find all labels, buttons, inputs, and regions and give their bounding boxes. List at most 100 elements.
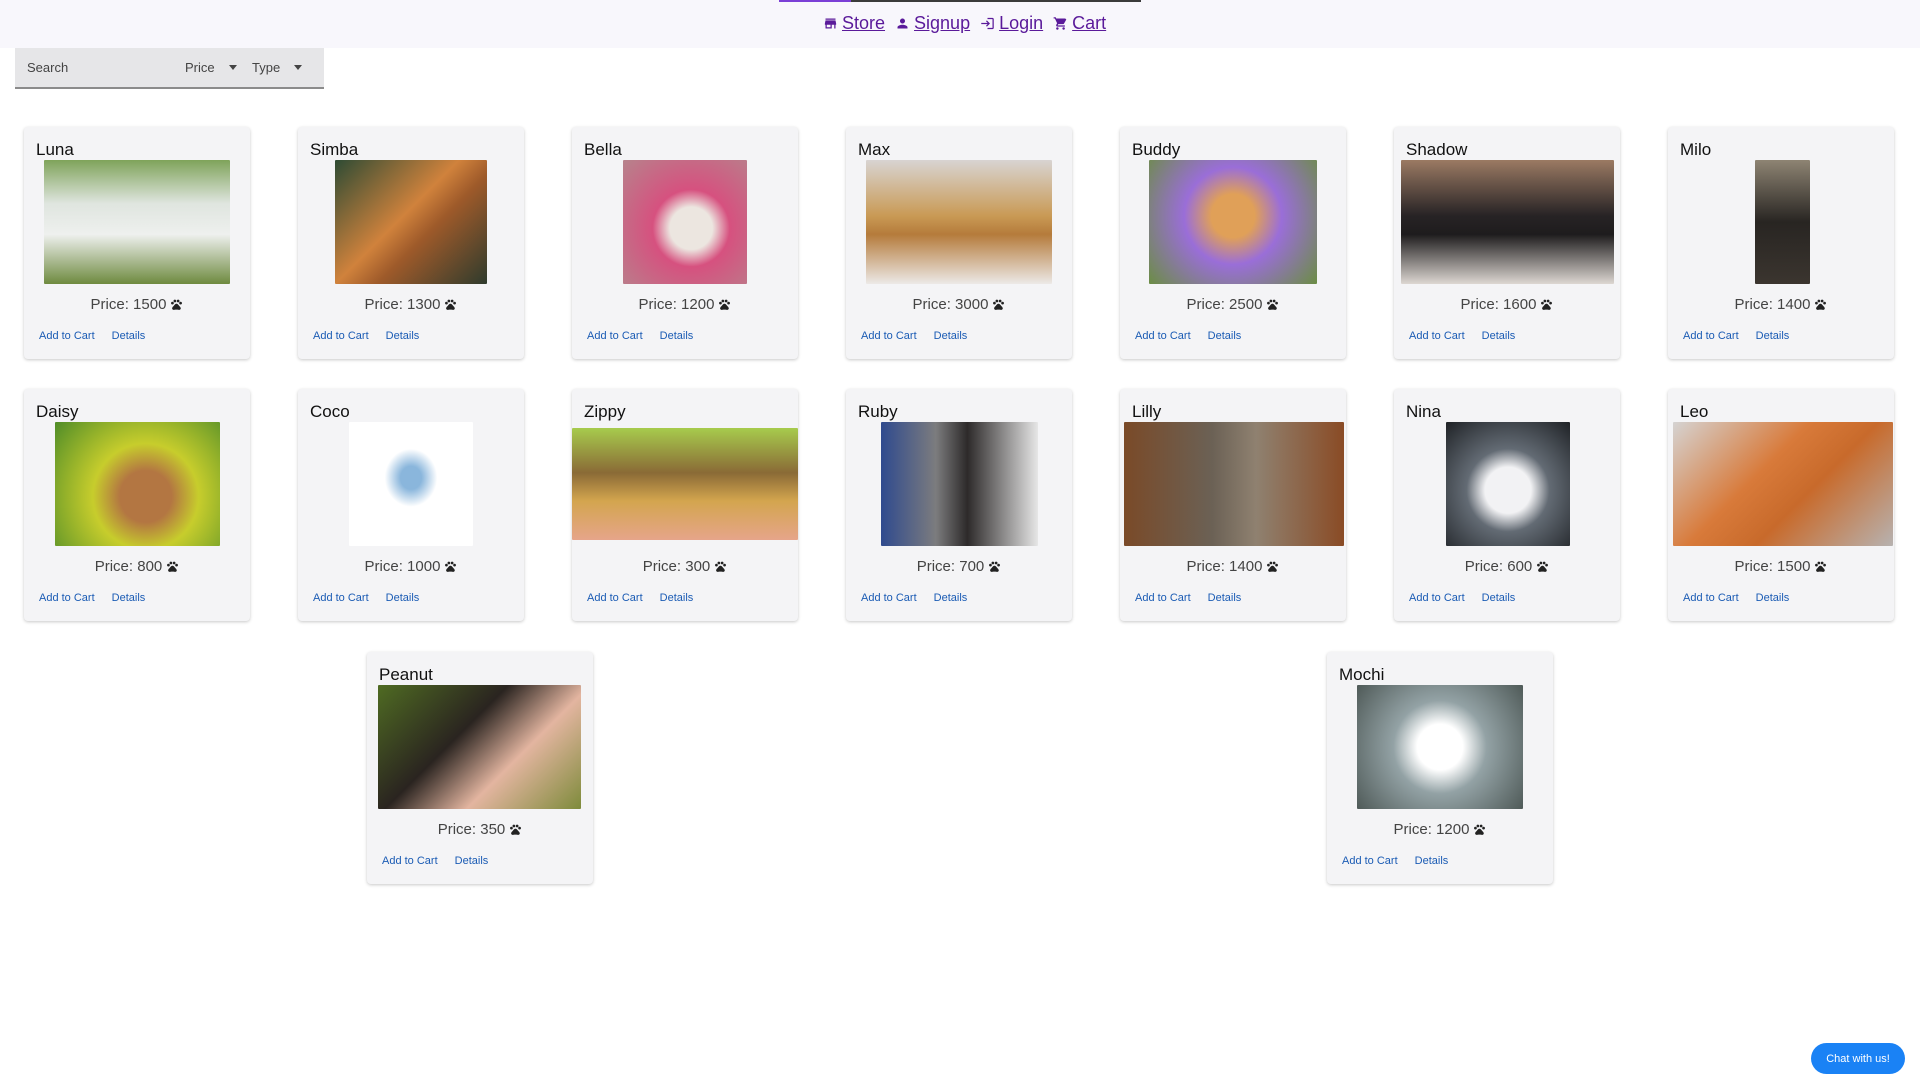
pet-name: Ruby bbox=[858, 402, 898, 421]
details-link[interactable]: Details bbox=[1756, 592, 1790, 604]
card-actions: Add to Cart Details bbox=[313, 592, 419, 604]
paw-icon bbox=[719, 299, 731, 310]
paw-icon bbox=[445, 299, 457, 310]
add-to-cart-link[interactable]: Add to Cart bbox=[1683, 330, 1739, 342]
details-link[interactable]: Details bbox=[934, 592, 968, 604]
add-to-cart-link[interactable]: Add to Cart bbox=[313, 592, 369, 604]
pet-photo bbox=[866, 160, 1052, 284]
add-to-cart-link[interactable]: Add to Cart bbox=[587, 592, 643, 604]
pet-photo bbox=[572, 428, 798, 540]
paw-icon bbox=[1267, 561, 1279, 572]
pet-photo bbox=[1446, 422, 1570, 546]
add-to-cart-link[interactable]: Add to Cart bbox=[382, 855, 438, 867]
details-link[interactable]: Details bbox=[660, 592, 694, 604]
top-navigation: Store Signup Login Cart bbox=[0, 0, 1920, 48]
pet-price: Price: 1400 bbox=[1668, 296, 1894, 313]
pet-name: Nina bbox=[1406, 402, 1441, 421]
price-select-label: Price bbox=[185, 60, 215, 75]
pet-photo bbox=[1401, 160, 1614, 284]
pet-card: Mochi Price: 1200 Add to Cart Details bbox=[1327, 652, 1553, 884]
nav-store-label: Store bbox=[842, 13, 886, 33]
nav-cart-label: Cart bbox=[1072, 13, 1107, 33]
pet-name: Shadow bbox=[1406, 140, 1468, 159]
pet-price: Price: 2500 bbox=[1120, 296, 1346, 313]
add-to-cart-link[interactable]: Add to Cart bbox=[1683, 592, 1739, 604]
card-actions: Add to Cart Details bbox=[39, 592, 145, 604]
details-link[interactable]: Details bbox=[1482, 330, 1516, 342]
details-link[interactable]: Details bbox=[660, 330, 694, 342]
add-to-cart-link[interactable]: Add to Cart bbox=[39, 592, 95, 604]
add-to-cart-link[interactable]: Add to Cart bbox=[1135, 592, 1191, 604]
pet-photo bbox=[881, 422, 1038, 546]
add-to-cart-link[interactable]: Add to Cart bbox=[1135, 330, 1191, 342]
pet-photo bbox=[349, 422, 473, 546]
pet-price-text: Price: 1000 bbox=[364, 558, 441, 575]
pet-price: Price: 1200 bbox=[1327, 821, 1553, 838]
chat-button[interactable]: Chat with us! bbox=[1811, 1043, 1905, 1074]
details-link[interactable]: Details bbox=[386, 592, 420, 604]
add-to-cart-link[interactable]: Add to Cart bbox=[313, 330, 369, 342]
details-link[interactable]: Details bbox=[386, 330, 420, 342]
cart-icon bbox=[1053, 17, 1067, 30]
pet-price: Price: 1400 bbox=[1120, 558, 1346, 575]
card-actions: Add to Cart Details bbox=[1683, 592, 1789, 604]
nav-signup-label: Signup bbox=[914, 13, 971, 33]
card-actions: Add to Cart Details bbox=[1342, 855, 1448, 867]
pet-price-text: Price: 1200 bbox=[638, 296, 715, 313]
details-link[interactable]: Details bbox=[934, 330, 968, 342]
add-to-cart-link[interactable]: Add to Cart bbox=[587, 330, 643, 342]
add-to-cart-link[interactable]: Add to Cart bbox=[861, 330, 917, 342]
card-actions: Add to Cart Details bbox=[861, 592, 967, 604]
pet-card: Simba Price: 1300 Add to Cart Details bbox=[298, 127, 524, 359]
pet-name: Leo bbox=[1680, 402, 1709, 421]
pet-price: Price: 350 bbox=[367, 821, 593, 838]
pet-photo bbox=[1357, 685, 1523, 809]
nav-cart-link[interactable]: Cart bbox=[1053, 13, 1106, 34]
details-link[interactable]: Details bbox=[1482, 592, 1516, 604]
paw-icon bbox=[989, 561, 1001, 572]
pet-name: Peanut bbox=[379, 665, 433, 684]
add-to-cart-link[interactable]: Add to Cart bbox=[1409, 592, 1465, 604]
nav-login-link[interactable]: Login bbox=[980, 13, 1043, 34]
card-actions: Add to Cart Details bbox=[1683, 330, 1789, 342]
person-icon bbox=[897, 18, 908, 29]
price-select[interactable]: Price bbox=[165, 48, 240, 87]
pet-price: Price: 1300 bbox=[298, 296, 524, 313]
nav-store-link[interactable]: Store bbox=[823, 13, 885, 34]
pet-name: Simba bbox=[310, 140, 359, 159]
pet-price-text: Price: 1500 bbox=[90, 296, 167, 313]
pet-price-text: Price: 1300 bbox=[364, 296, 441, 313]
pet-card: Bella Price: 1200 Add to Cart Details bbox=[572, 127, 798, 359]
nav-signup-link[interactable]: Signup bbox=[895, 13, 970, 34]
paw-icon bbox=[167, 561, 179, 572]
pet-name: Mochi bbox=[1339, 665, 1385, 684]
card-actions: Add to Cart Details bbox=[313, 330, 419, 342]
type-select[interactable]: Type bbox=[240, 48, 315, 87]
pet-name: Luna bbox=[36, 140, 74, 159]
pet-price-text: Price: 700 bbox=[916, 558, 985, 575]
pet-price-text: Price: 1200 bbox=[1393, 821, 1470, 838]
add-to-cart-link[interactable]: Add to Cart bbox=[39, 330, 95, 342]
add-to-cart-link[interactable]: Add to Cart bbox=[1409, 330, 1465, 342]
details-link[interactable]: Details bbox=[112, 330, 146, 342]
details-link[interactable]: Details bbox=[112, 592, 146, 604]
paw-icon bbox=[1815, 299, 1827, 310]
add-to-cart-link[interactable]: Add to Cart bbox=[1342, 855, 1398, 867]
pet-card: Coco Price: 1000 Add to Cart Details bbox=[298, 389, 524, 621]
details-link[interactable]: Details bbox=[1756, 330, 1790, 342]
pet-price: Price: 1600 bbox=[1394, 296, 1620, 313]
pet-price-text: Price: 300 bbox=[642, 558, 711, 575]
paw-icon bbox=[715, 561, 727, 572]
paw-icon bbox=[1815, 561, 1827, 572]
details-link[interactable]: Details bbox=[1208, 330, 1242, 342]
paw-icon bbox=[1474, 824, 1486, 835]
pet-price: Price: 3000 bbox=[846, 296, 1072, 313]
type-select-label: Type bbox=[252, 60, 281, 75]
add-to-cart-link[interactable]: Add to Cart bbox=[861, 592, 917, 604]
details-link[interactable]: Details bbox=[455, 855, 489, 867]
pet-name: Daisy bbox=[36, 402, 79, 421]
search-input[interactable] bbox=[15, 48, 165, 87]
pet-price: Price: 1500 bbox=[24, 296, 250, 313]
details-link[interactable]: Details bbox=[1415, 855, 1449, 867]
details-link[interactable]: Details bbox=[1208, 592, 1242, 604]
